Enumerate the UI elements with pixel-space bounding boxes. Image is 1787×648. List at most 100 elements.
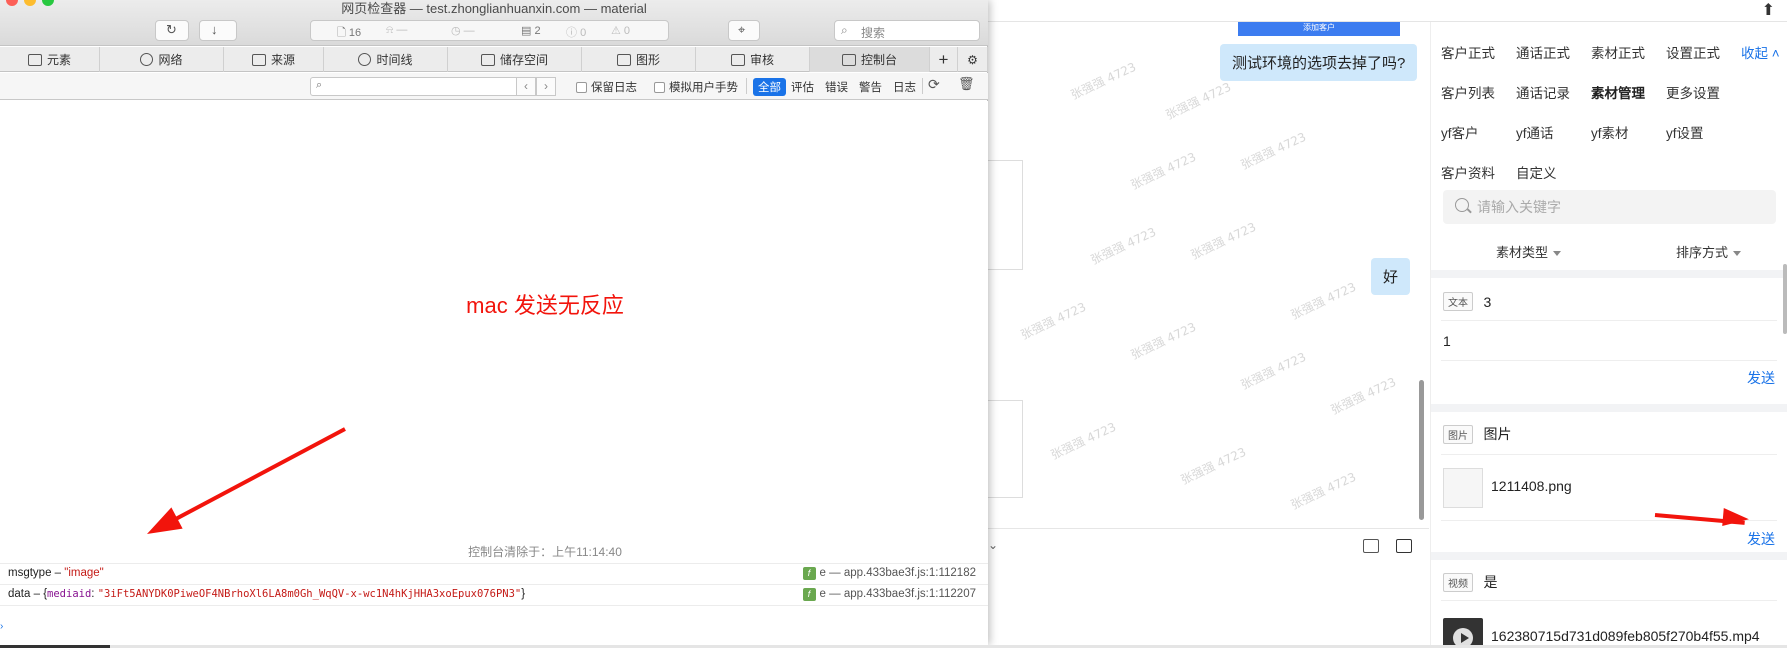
send-button[interactable]: 发送: [1747, 368, 1775, 388]
nav-item[interactable]: 通话记录: [1516, 82, 1591, 102]
next-result-button[interactable]: ›: [536, 77, 556, 96]
nav-item[interactable]: 通话正式: [1516, 42, 1591, 62]
tab-elements[interactable]: 元素: [0, 47, 100, 72]
resources-count[interactable]: 🗋︎ 16: [337, 24, 361, 43]
play-icon: [1461, 633, 1469, 643]
image-thumbnail[interactable]: [1443, 468, 1483, 508]
requests-count[interactable]: ⍾ —: [386, 24, 407, 37]
reload-button[interactable]: ↻: [155, 20, 189, 41]
nav-item-active[interactable]: 素材管理: [1591, 82, 1666, 102]
log-object-key: mediaid: [47, 588, 92, 600]
audit-icon: [730, 53, 745, 66]
refresh-icon[interactable]: ⟳: [928, 76, 940, 93]
filter-search-icon: ⌕: [316, 79, 323, 91]
nav-item[interactable]: 更多设置: [1666, 82, 1741, 102]
screenshot-icon[interactable]: [1363, 539, 1379, 553]
watermark: 张强强 4723: [1163, 79, 1234, 123]
keyword-search: [1443, 190, 1776, 224]
tab-graphics[interactable]: 图形: [582, 47, 696, 72]
console-filter-input[interactable]: [331, 78, 501, 95]
level-logs[interactable]: 日志: [888, 78, 921, 96]
log-source[interactable]: fe — app.433bae3f.js:1:112182: [802, 567, 976, 580]
tab-storage[interactable]: 储存空间: [448, 47, 582, 72]
divider: [1431, 270, 1787, 278]
settings-button[interactable]: ⚙︎: [958, 47, 988, 72]
add-customer-button[interactable]: 添加客户: [1238, 22, 1400, 36]
tab-network[interactable]: 网络: [100, 47, 224, 72]
elements-icon: [27, 53, 42, 66]
warnings-count[interactable]: ⚠︎ 0: [611, 24, 630, 37]
nav-item[interactable]: yf通话: [1516, 122, 1591, 142]
nav-item[interactable]: 客户列表: [1441, 82, 1516, 102]
nav-item[interactable]: 自定义: [1516, 162, 1591, 182]
log-brace: }: [521, 588, 526, 600]
tab-audit[interactable]: 审核: [696, 47, 810, 72]
divider: [922, 78, 923, 94]
simulate-gesture-checkbox[interactable]: 模拟用户手势: [654, 79, 738, 95]
log-message: data – {mediaid: "3iFt5ANYDK0PiweOF4NBrh…: [8, 588, 525, 600]
nav-item[interactable]: yf素材: [1591, 122, 1666, 142]
panel-scrollbar[interactable]: [1783, 264, 1787, 334]
tab-sources[interactable]: 来源: [224, 47, 324, 72]
level-evaluation[interactable]: 评估: [786, 78, 819, 96]
nav-item[interactable]: 设置正式: [1666, 42, 1741, 62]
watermark: 张强强 4723: [1128, 149, 1199, 193]
preserve-log-checkbox[interactable]: 保留日志: [576, 79, 637, 95]
download-button[interactable]: ↓: [199, 20, 237, 41]
nav-item[interactable]: 素材正式: [1591, 42, 1666, 62]
card-body: 1: [1443, 333, 1451, 349]
level-errors[interactable]: 错误: [820, 78, 853, 96]
add-user-icon[interactable]: ⬆︎: [1762, 0, 1775, 20]
messages-count[interactable]: ▤ 2: [521, 24, 541, 37]
element-picker-button[interactable]: ⌖: [728, 20, 760, 41]
console-log-row[interactable]: data – {mediaid: "3iFt5ANYDK0PiweOF4NBrh…: [0, 584, 988, 605]
level-all[interactable]: 全部: [753, 78, 786, 96]
divider: [0, 605, 988, 606]
video-thumbnail[interactable]: [1443, 618, 1483, 648]
log-source[interactable]: fe — app.433bae3f.js:1:112207: [802, 588, 976, 601]
chat-scrollbar[interactable]: [1419, 380, 1424, 520]
status-group: 🗋︎ 16 ⍾ — ◷ — ▤ 2 ⓘ 0 ⚠︎ 0: [310, 20, 669, 41]
clock-icon: [358, 53, 372, 66]
errors-count[interactable]: ⓘ 0: [566, 24, 586, 40]
chat-bubble: 测试环境的选项去掉了吗?: [1220, 44, 1418, 81]
tab-timeline[interactable]: 时间线: [324, 47, 448, 72]
send-button[interactable]: 发送: [1747, 529, 1775, 549]
time-count[interactable]: ◷ —: [451, 24, 475, 37]
divider: [1441, 360, 1777, 361]
card-header: 视频 是: [1443, 572, 1497, 592]
inspector-search[interactable]: ⌕ 搜索: [834, 20, 980, 41]
material-type-dropdown[interactable]: 素材类型: [1496, 242, 1562, 261]
add-tab-button[interactable]: +: [930, 47, 958, 72]
network-icon: [140, 53, 154, 66]
nav-item[interactable]: 客户资料: [1441, 162, 1516, 182]
keyword-search-input[interactable]: [1477, 190, 1767, 224]
prev-result-button[interactable]: ‹: [516, 77, 536, 96]
nav-row: 客户列表 通话记录 素材管理 更多设置: [1441, 72, 1786, 112]
watermark: 张强强 4723: [1128, 319, 1199, 363]
nav-item[interactable]: 客户正式: [1441, 42, 1516, 62]
material-panel: 客户正式 通话正式 素材正式 设置正式 收起 ˄ 客户列表 通话记录 素材管理 …: [1430, 22, 1787, 648]
sort-dropdown[interactable]: 排序方式: [1676, 242, 1742, 261]
level-warnings[interactable]: 警告: [854, 78, 887, 96]
console-log-row[interactable]: msgtype – "image" fe — app.433bae3f.js:1…: [0, 563, 988, 584]
console-prompt-icon[interactable]: ›: [0, 621, 3, 632]
log-key: data: [8, 588, 31, 600]
document-icon: 🗋︎: [337, 27, 349, 39]
log-key: msgtype: [8, 567, 52, 579]
sidebar-toggle-icon[interactable]: [1396, 539, 1412, 553]
tab-console[interactable]: 控制台: [810, 47, 930, 72]
watermark: 张强强 4723: [1048, 419, 1119, 463]
divider: [1431, 404, 1787, 412]
nav-item[interactable]: yf设置: [1666, 122, 1741, 142]
window-titlebar: 网页检查器 — test.zhonglianhuanxin.com — mate…: [0, 0, 988, 46]
nav-item[interactable]: yf客户: [1441, 122, 1516, 142]
checkbox-box: [576, 81, 587, 93]
type-tag: 文本: [1443, 292, 1473, 311]
collapse-link[interactable]: 收起 ˄: [1741, 42, 1786, 62]
tab-label: 元素: [46, 53, 71, 67]
card-header: 图片 图片: [1443, 424, 1511, 444]
graphics-icon: [616, 53, 631, 66]
trash-icon[interactable]: 🗑︎: [958, 76, 975, 92]
caret-down-icon: [1553, 251, 1562, 257]
